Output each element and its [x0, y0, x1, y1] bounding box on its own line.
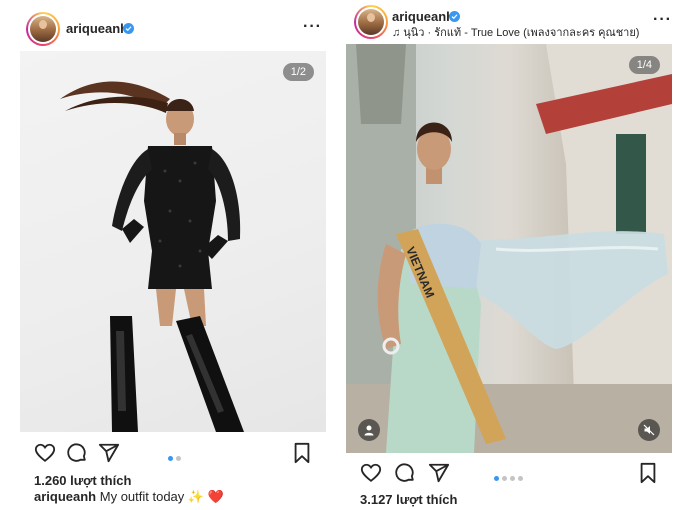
post-header: ariqueanh ···	[20, 0, 328, 52]
username[interactable]: ariqueanh	[66, 21, 128, 36]
carousel-counter: 1/2	[282, 63, 314, 81]
avatar-photo	[358, 9, 384, 35]
more-icon[interactable]: ···	[303, 18, 322, 36]
carousel-dot	[518, 476, 523, 481]
verified-badge-icon	[123, 23, 134, 34]
music-title: นุนิว · รักแท้ - True Love (เพลงจากละคร …	[403, 27, 640, 39]
avatar-photo	[30, 16, 56, 42]
carousel-counter: 1/4	[628, 56, 660, 74]
bookmark-icon[interactable]	[292, 442, 312, 464]
post-card-2: ariqueanh ♫ นุนิว · รักแท้ - True Love (เ…	[346, 0, 678, 507]
carousel-dot	[494, 476, 499, 481]
carousel-dots	[168, 448, 184, 461]
music-note-icon: ♫	[392, 27, 401, 39]
carousel-dot	[176, 456, 181, 461]
post-card-1: ariqueanh ··· 1/2 1.260 lượt thích ariqu…	[20, 0, 328, 504]
share-icon[interactable]	[428, 462, 450, 484]
likes-count[interactable]: 3.127 lượt thích	[360, 492, 457, 507]
carousel-dots	[494, 468, 526, 481]
caption-username[interactable]: ariqueanh	[34, 489, 96, 504]
post-image[interactable]: VIETNAM 1/4	[346, 44, 672, 453]
share-icon[interactable]	[98, 442, 120, 464]
comment-icon[interactable]	[394, 462, 416, 484]
verified-badge-icon	[449, 11, 460, 22]
avatar[interactable]	[26, 12, 60, 46]
heart-icon[interactable]	[34, 442, 56, 464]
username[interactable]: ariqueanh	[392, 9, 454, 24]
caption: ariqueanh My outfit today ✨ ❤️	[34, 489, 224, 505]
bookmark-icon[interactable]	[638, 462, 658, 484]
heart-icon[interactable]	[360, 462, 382, 484]
caption-text: My outfit today ✨ ❤️	[99, 489, 224, 504]
post-photo	[60, 81, 244, 432]
more-icon[interactable]: ···	[653, 11, 672, 29]
post-image[interactable]: 1/2	[20, 51, 326, 432]
mute-icon[interactable]	[638, 419, 660, 441]
comment-icon[interactable]	[66, 442, 88, 464]
music-line[interactable]: ♫ นุนิว · รักแท้ - True Love (เพลงจากละคร…	[392, 23, 639, 41]
avatar[interactable]	[354, 5, 388, 39]
user-tag-icon[interactable]	[358, 419, 380, 441]
likes-count[interactable]: 1.260 lượt thích	[34, 473, 131, 488]
carousel-dot	[510, 476, 515, 481]
carousel-dot	[168, 456, 173, 461]
post-photo: VIETNAM	[346, 44, 672, 453]
carousel-dot	[502, 476, 507, 481]
